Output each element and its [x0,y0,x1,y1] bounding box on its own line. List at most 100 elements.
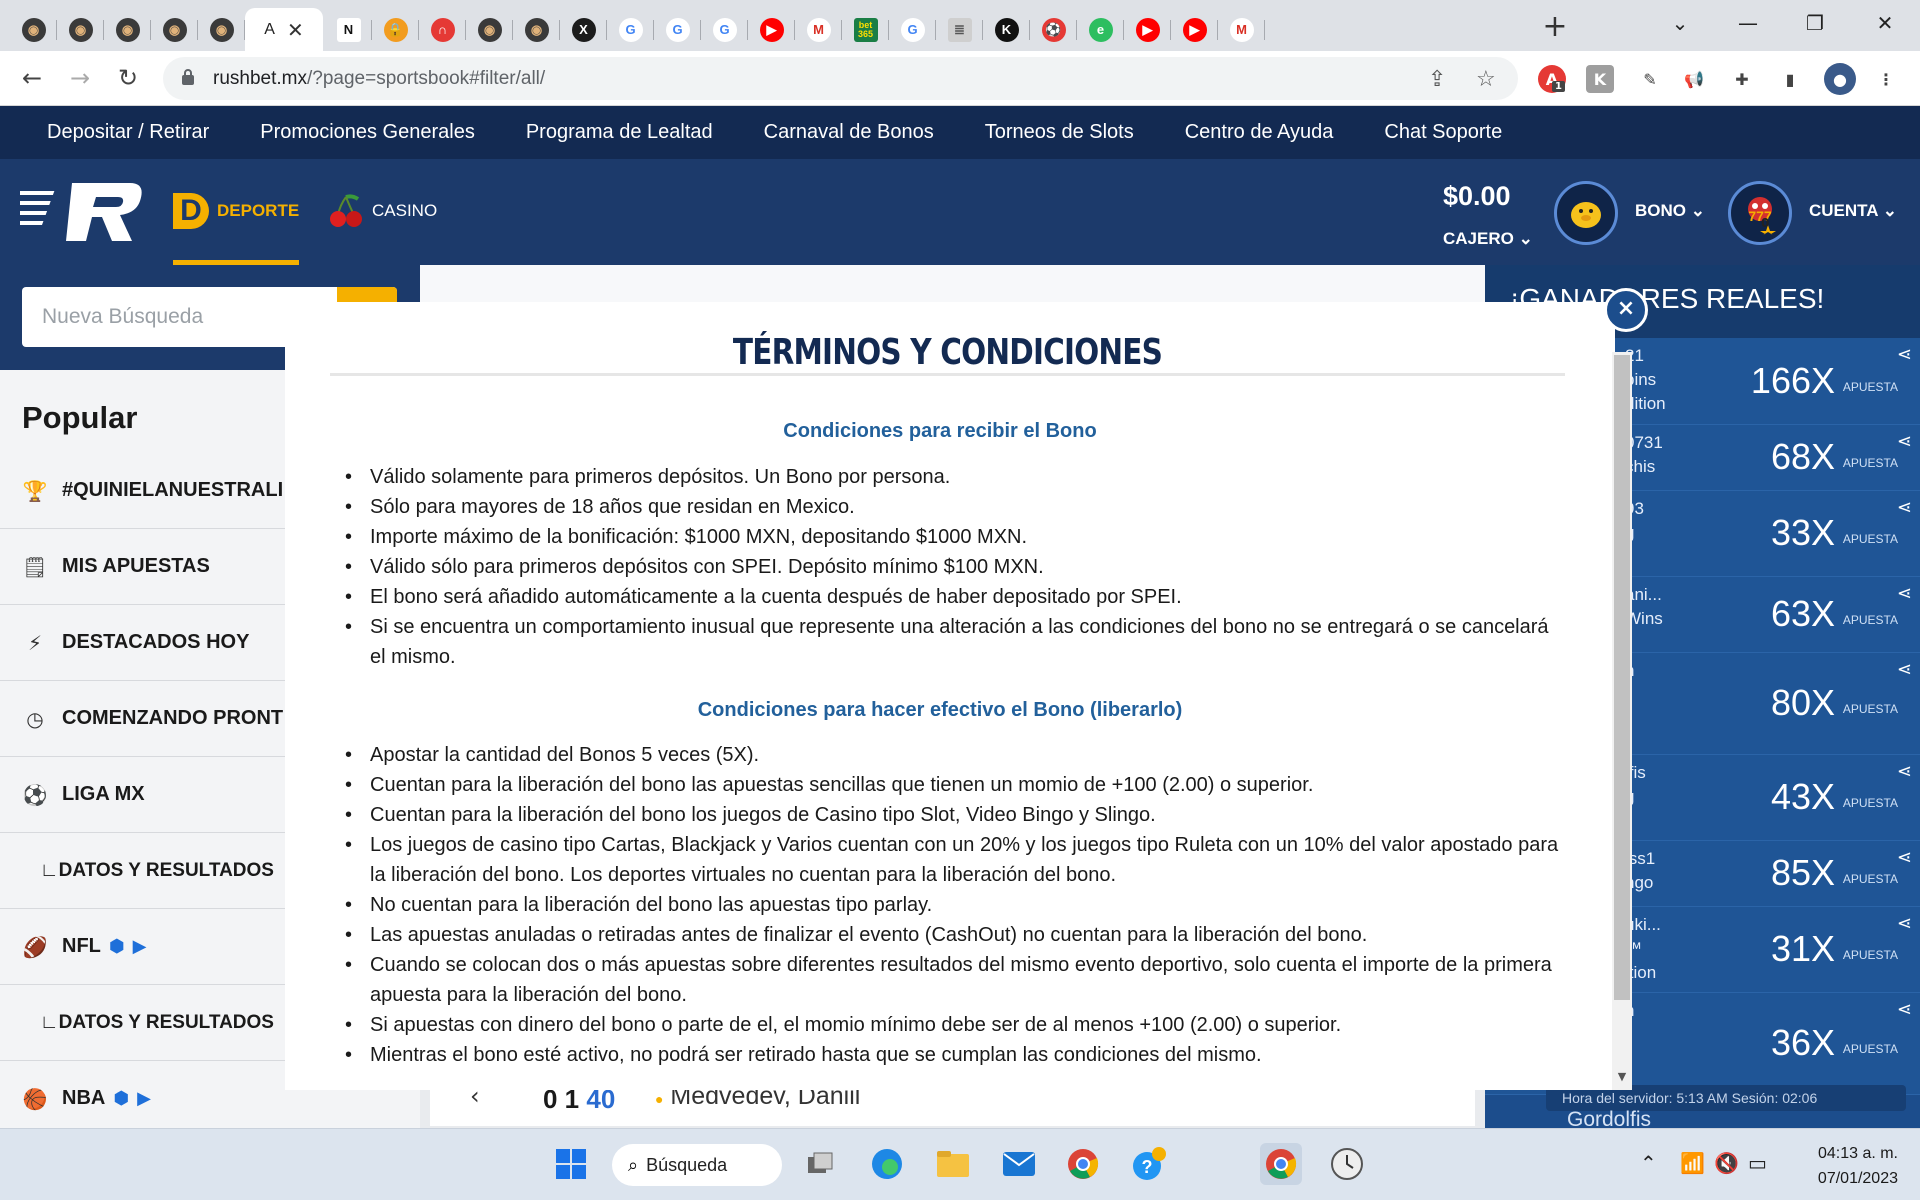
profile-avatar[interactable]: ● [1824,63,1856,95]
promo-nav-item[interactable]: Promociones Generales [260,121,475,144]
bookmark-star-icon[interactable]: ☆ [1476,67,1496,92]
tab-gmail[interactable]: M [1218,8,1265,51]
lock-orange-favicon-icon: 🔒 [383,17,408,42]
terms-item: Las apuestas anuladas o retiradas antes … [345,920,1560,950]
tab-youtube[interactable]: ▶ [1171,8,1218,51]
reload-button[interactable]: ↻ [110,61,146,97]
tab-search-icon[interactable]: ⌄ [1650,6,1710,40]
browser-tabstrip: ◉ ◉ ◉ ◉ ◉ A ✕ N 🔒 ∩ ◉ ◉ X G G G ▶ Mbet 365 G ≣ K ⚽ e ▶ ▶ M + ⌄ — … [0,0,1920,51]
site-header: D DEPORTE CASINO $0.00 CAJERO ⌄ BONO ⌄ 7… [0,159,1920,265]
minimize-button[interactable]: — [1718,6,1778,40]
tab-youtube[interactable]: ▶ [1124,8,1171,51]
back-button[interactable]: ← [14,61,50,97]
section1-heading: Condiciones para recibir el Bono [783,420,1097,442]
promo-nav-item[interactable]: Depositar / Retirar [47,121,209,144]
tab-gmail[interactable]: M [795,8,842,51]
maximize-button[interactable]: ❐ [1785,6,1845,40]
tab-close-icon[interactable]: ✕ [287,18,304,42]
cherries-icon [330,194,362,227]
nav-deporte-tab[interactable]: D DEPORTE [173,193,300,265]
tab-youtube[interactable]: ▶ [748,8,795,51]
promo-nav-item[interactable]: Centro de Ayuda [1185,121,1334,144]
megaphone-extension-icon[interactable]: 📢 [1680,65,1708,93]
cajero-label: CAJERO [1443,229,1514,248]
tab-eye-mask[interactable]: ◉ [513,8,560,51]
tab-eye-mask[interactable]: ◉ [151,8,198,51]
tab-eye-mask[interactable]: ◉ [466,8,513,51]
tab-google[interactable]: G [607,8,654,51]
search-icon: ⌕ [628,1154,639,1176]
windows-taskbar: ⌕ Búsqueda ? ⌃ 📶 🔇 ▭ 04:13 a. m. 07/01/2… [0,1128,1920,1200]
scroll-down-arrow-icon[interactable]: ▼ [1615,1070,1629,1083]
file-explorer-icon[interactable] [932,1143,974,1185]
tab-evernote[interactable]: e [1077,8,1124,51]
chrome-icon[interactable] [1062,1143,1104,1185]
nav-casino-tab[interactable]: CASINO [328,193,437,229]
side-panel-icon[interactable]: ▮ [1776,65,1804,93]
tab-eye-mask[interactable]: ◉ [104,8,151,51]
cajero-button[interactable]: CAJERO ⌄ [1443,229,1533,249]
extension-k-icon[interactable]: K [1586,65,1614,93]
tab-lock-orange[interactable]: 🔒 [372,8,419,51]
tab-bet365[interactable]: bet 365 [842,8,889,51]
volume-muted-icon[interactable]: 🔇 [1714,1151,1739,1175]
forward-button[interactable]: → [62,61,98,97]
tab-active[interactable]: A ✕ [245,8,323,51]
chrome-profile-icon[interactable] [1260,1143,1302,1185]
promo-nav-item[interactable]: Torneos de Slots [985,121,1134,144]
close-window-button[interactable]: ✕ [1855,6,1915,40]
wifi-icon[interactable]: 📶 [1680,1151,1705,1175]
modal-title: TÉRMINOS Y CONDICIONES [732,332,1163,373]
help-icon[interactable]: ? [1128,1143,1170,1185]
tab-sheet[interactable]: ≣ [936,8,983,51]
bet365-favicon-icon: bet 365 [853,17,878,42]
tab-eye-mask[interactable]: ◉ [10,8,57,51]
promo-nav-item[interactable]: Chat Soporte [1384,121,1502,144]
modal-scroll-thumb[interactable] [1614,355,1630,1000]
battery-icon[interactable]: ▭ [1748,1151,1767,1175]
windows-start-icon[interactable] [550,1143,592,1185]
terms-item: El bono será añadido automáticamente a l… [345,582,1560,612]
adblock-extension-icon[interactable]: A 1 [1538,65,1566,93]
bono-button[interactable]: BONO ⌄ [1635,201,1705,221]
promo-nav-item[interactable]: Carnaval de Bonos [764,121,934,144]
tab-google[interactable]: G [889,8,936,51]
promo-nav-item[interactable]: Programa de Lealtad [526,121,713,144]
new-tab-button[interactable]: + [1535,8,1575,48]
rushbet-logo[interactable] [20,181,145,243]
extensions-puzzle-icon[interactable]: ✚ [1728,65,1756,93]
tab-google[interactable]: G [654,8,701,51]
deporte-label: DEPORTE [217,201,300,220]
taskbar-clock[interactable]: 04:13 a. m. 07/01/2023 [1818,1141,1898,1191]
tab-xbox[interactable]: X [560,8,607,51]
tab-ball[interactable]: ⚽ [1030,8,1077,51]
cuenta-button[interactable]: CUENTA ⌄ [1809,201,1897,221]
terms-modal: TÉRMINOS Y CONDICIONES Condiciones para … [285,302,1615,1090]
mail-icon[interactable] [998,1143,1040,1185]
tab-magnet[interactable]: ∩ [419,8,466,51]
tab-notion[interactable]: N [325,8,372,51]
address-bar[interactable]: rushbet.mx/?page=sportsbook#filter/all/ … [163,57,1518,100]
clock-app-icon[interactable] [1326,1143,1368,1185]
extension-badge: 1 [1552,81,1565,92]
tab-eye-mask[interactable]: ◉ [198,8,245,51]
terms-item: Los juegos de casino tipo Cartas, Blackj… [345,830,1560,890]
ball-favicon-icon: ⚽ [1041,17,1066,42]
piggy-bank-icon [1571,202,1601,228]
taskbar-search[interactable]: ⌕ Búsqueda [612,1144,782,1186]
share-icon[interactable]: ⇪ [1428,67,1446,92]
tab-google[interactable]: G [701,8,748,51]
bono-piggy-avatar[interactable] [1554,181,1618,245]
task-view-icon[interactable] [800,1143,842,1185]
tab-kyo[interactable]: K [983,8,1030,51]
eyedropper-extension-icon[interactable]: ✎ [1636,65,1664,93]
chrome-menu-icon[interactable]: ⋮ [1872,65,1900,93]
terms-item: Cuando se colocan dos o más apuestas sob… [345,950,1560,1010]
tab-eye-mask[interactable]: ◉ [57,8,104,51]
chevron-up-icon[interactable]: ⌃ [1640,1151,1657,1175]
bono-label: BONO [1635,201,1686,220]
modal-close-button[interactable]: × [1604,288,1648,332]
cuenta-avatar[interactable]: 777 0 [1728,181,1792,245]
edge-icon[interactable] [866,1143,908,1185]
eye-mask-favicon-icon: ◉ [68,17,93,42]
